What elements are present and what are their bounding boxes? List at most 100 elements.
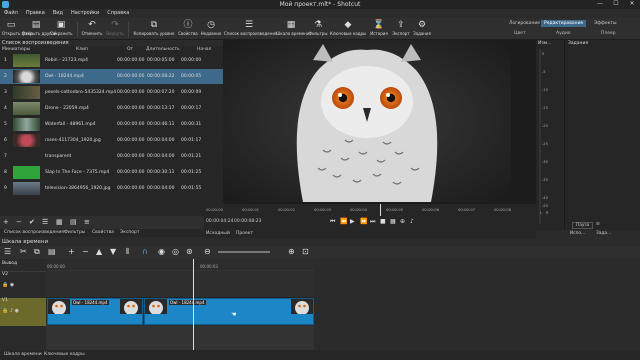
skip-end-icon[interactable]: ⏭: [370, 218, 375, 226]
remove-icon[interactable]: −: [16, 218, 22, 226]
grid-icon[interactable]: ▦: [56, 218, 63, 226]
copy-icon[interactable]: ⧉: [34, 247, 40, 257]
layout-fx[interactable]: Эффекты: [591, 20, 620, 27]
track-v1[interactable]: Owl - 18244.mp4 Owl - 18244.mp4 ☚: [46, 298, 314, 326]
rewind-icon[interactable]: ⏪: [340, 218, 347, 225]
menu-view[interactable]: Вид: [49, 9, 67, 16]
tab-filters[interactable]: Фильтры: [64, 230, 85, 235]
keyframes-button[interactable]: ◆ Ключевые кадры: [330, 20, 366, 39]
tab-export[interactable]: Экспорт: [120, 230, 140, 235]
layout-player[interactable]: Плеер: [601, 31, 616, 36]
tab-project[interactable]: Проект: [236, 231, 253, 236]
history-button[interactable]: ⌛ История: [368, 20, 390, 39]
layout-audio[interactable]: Аудио: [556, 31, 571, 36]
snap-icon[interactable]: ∩: [142, 247, 148, 256]
jobs-menu-icon[interactable]: ☰: [596, 222, 600, 227]
menu-settings[interactable]: Настройки: [67, 9, 103, 16]
list-item[interactable]: 7 transparent 00:00:00:00 00:00:04:00 00:01:…: [0, 149, 224, 164]
volume-icon[interactable]: ♪: [410, 218, 414, 225]
jobs-button[interactable]: ⚙ Задания: [412, 20, 432, 39]
recent-button[interactable]: ◷ Недавние: [200, 20, 222, 39]
paste-icon[interactable]: ▤: [48, 247, 56, 256]
mute-icon[interactable]: ♪: [10, 308, 13, 314]
maximize-button[interactable]: ☐: [608, 0, 624, 7]
zoom-in-icon[interactable]: ⊕: [288, 247, 295, 256]
layout-logging[interactable]: Логирование: [506, 20, 543, 27]
list-view-icon[interactable]: ≡: [84, 218, 90, 226]
video-preview[interactable]: [223, 40, 511, 202]
open-other-button[interactable]: ▤ Открыть другой: [22, 20, 56, 39]
lock-icon[interactable]: 🔒: [2, 308, 8, 314]
list-item[interactable]: 3 pexels-cottonbro-5435324.mp4 00:00:00:00…: [0, 85, 224, 100]
play-icon[interactable]: ▶: [350, 218, 355, 225]
playlist-button[interactable]: ☰ Список воспроизведения: [224, 20, 277, 39]
column-thumbs[interactable]: Миниатюры: [2, 46, 30, 53]
overwrite-icon[interactable]: ▼: [110, 247, 116, 256]
open-file-button[interactable]: ▭ Открыть файл: [2, 20, 33, 39]
player-ruler[interactable]: 00:00:00 00:00:01 00:00:02 00:00:03 00:0…: [204, 204, 536, 216]
pause-jobs-button[interactable]: Пауза: [572, 222, 594, 229]
zoom-slider[interactable]: [218, 251, 270, 253]
cut-icon[interactable]: ✂: [20, 247, 27, 256]
stop-icon[interactable]: ■: [380, 218, 386, 225]
grid-toggle-icon[interactable]: ▦: [390, 218, 396, 225]
track-header-v2[interactable]: V2 🔒 ◉: [0, 271, 46, 298]
column-duration[interactable]: Длительность: [146, 46, 180, 53]
timeline-clip[interactable]: Owl - 18244.mp4 ☚: [144, 298, 314, 325]
tab-more[interactable]: Испо...: [570, 231, 585, 236]
column-clip[interactable]: Клип: [76, 46, 88, 53]
split-icon[interactable]: ⫴: [126, 247, 129, 257]
tab-timeline[interactable]: Шкала времени: [4, 352, 42, 357]
add-icon[interactable]: +: [3, 218, 9, 226]
list-item[interactable]: 9 television-3864956_1920.jpg 00:00:00:00 0…: [0, 181, 224, 196]
timeline-tracks-area[interactable]: Owl - 18244.mp4 Owl - 18244.mp4 ☚: [46, 259, 314, 350]
ripple-icon[interactable]: ◎: [172, 247, 179, 256]
remove-icon[interactable]: −: [82, 247, 89, 256]
close-button[interactable]: ✕: [624, 0, 640, 7]
tab-source[interactable]: Исходный: [206, 231, 230, 236]
redo-button[interactable]: ↷ Вернуть: [106, 20, 124, 39]
eye-icon[interactable]: ◉: [15, 308, 19, 314]
timeline-playhead[interactable]: [193, 259, 194, 350]
zoom-out-icon[interactable]: ⊖: [204, 247, 211, 256]
eye-icon[interactable]: ◉: [10, 282, 14, 288]
append-icon[interactable]: +: [68, 247, 75, 256]
tab-keyframes[interactable]: Ключевые кадры: [44, 352, 85, 357]
lift-icon[interactable]: ▲: [96, 247, 102, 256]
column-in[interactable]: От: [127, 46, 133, 53]
list-item[interactable]: 2 Owl - 18244.mp4 00:00:00:00 00:00:08:22 00…: [0, 69, 224, 84]
output-track-header[interactable]: Вывод: [0, 261, 46, 271]
track-header-v1[interactable]: V1 🔒 ♪ ◉: [0, 298, 46, 326]
tab-properties[interactable]: Свойства: [92, 230, 114, 235]
scrub-icon[interactable]: ◉: [158, 247, 165, 256]
list-item[interactable]: 8 Slap In The Face - 7375.mp4 00:00:00:00 0…: [0, 165, 224, 180]
zoom-icon[interactable]: ⊕: [400, 218, 405, 225]
undo-button[interactable]: ↶ Отменить: [80, 20, 104, 39]
copy-level-button[interactable]: ⧉ Копировать уровне: [132, 20, 176, 39]
menu-icon[interactable]: ☰: [4, 247, 11, 256]
tab-playlist[interactable]: Список воспроизведения: [4, 230, 64, 235]
tiles-icon[interactable]: ▤: [70, 218, 77, 226]
timeline-clip[interactable]: Owl - 18244.mp4: [47, 298, 143, 325]
menu-edit[interactable]: Правка: [22, 9, 49, 16]
export-button[interactable]: ⇪ Экспорт: [392, 20, 410, 39]
menu-icon[interactable]: ☰: [42, 218, 48, 226]
timeline-button[interactable]: ▦ Шкала времени: [276, 20, 309, 39]
list-item[interactable]: 5 Waterfall - 48961.mp4 00:00:00:00 00:00:4…: [0, 117, 224, 132]
check-icon[interactable]: ✔: [29, 218, 35, 226]
player-playhead[interactable]: [380, 204, 381, 216]
column-start[interactable]: Начал: [197, 46, 211, 53]
track-v2[interactable]: [46, 271, 314, 298]
fast-forward-icon[interactable]: ⏩: [360, 218, 367, 225]
timeline-ruler[interactable]: 00:00:00 00:00:03: [46, 259, 314, 270]
list-item[interactable]: 4 Drone - 22059.mp4 00:00:00:00 00:00:13:17…: [0, 101, 224, 116]
save-button[interactable]: ▣ Сохранить: [50, 20, 73, 39]
minimize-button[interactable]: —: [592, 0, 608, 7]
layout-color[interactable]: Цвет: [514, 31, 526, 36]
position-timecode[interactable]: 00:00:04:24: [206, 219, 233, 224]
lock-icon[interactable]: 🔒: [2, 282, 8, 288]
tab-jobs[interactable]: Зада...: [596, 231, 611, 236]
menu-file[interactable]: Файл: [0, 9, 22, 16]
list-item[interactable]: 6 roses-4117304_1920.jpg 00:00:00:00 00:00:…: [0, 133, 224, 148]
list-item[interactable]: 1 Robin - 21723.mp4 00:00:00:00 00:00:05:00…: [0, 53, 224, 68]
